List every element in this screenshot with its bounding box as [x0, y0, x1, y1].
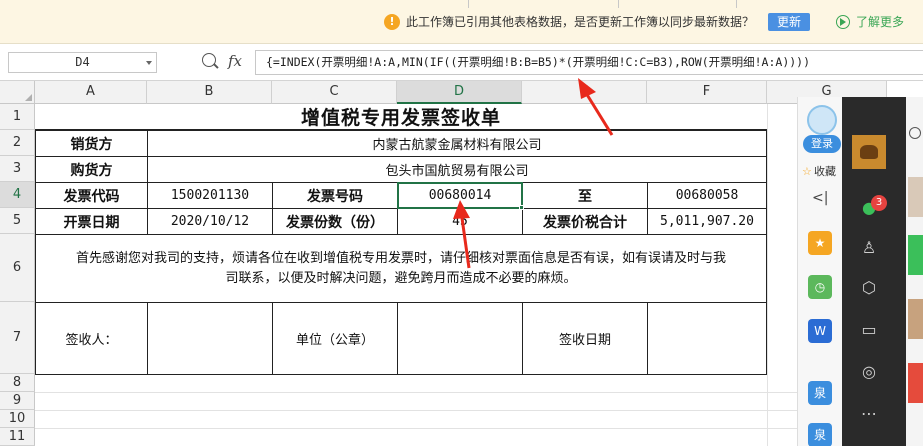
- top-divider: [736, 0, 737, 8]
- clock-tool-icon[interactable]: ◷: [808, 275, 832, 299]
- to-label[interactable]: 至: [522, 182, 648, 209]
- chat-thumbnail[interactable]: [908, 235, 923, 275]
- row-header-7[interactable]: 7: [0, 302, 35, 374]
- invoice-count-value[interactable]: 45: [397, 208, 523, 235]
- star-tool-icon[interactable]: ★: [808, 231, 832, 255]
- issue-date-value[interactable]: 2020/10/12: [147, 208, 273, 235]
- signer-label[interactable]: 签收人：: [35, 302, 148, 375]
- function-icon[interactable]: fx: [228, 52, 242, 70]
- gridline: [35, 410, 923, 411]
- favorites-label[interactable]: 收藏: [814, 163, 836, 179]
- total-amount-label[interactable]: 发票价税合计: [522, 208, 648, 235]
- star-icon: ☆: [802, 165, 812, 178]
- gridline: [767, 104, 768, 446]
- select-all-corner[interactable]: [0, 81, 35, 104]
- invoice-number-to-cell[interactable]: 00680058: [647, 182, 767, 209]
- folder-icon[interactable]: ▭: [858, 319, 880, 341]
- avatar-placeholder-icon[interactable]: [807, 105, 837, 135]
- invoice-number-label[interactable]: 发票号码: [272, 182, 398, 209]
- row-header-9[interactable]: 9: [0, 392, 35, 410]
- invoice-code-label[interactable]: 发票代码: [35, 182, 148, 209]
- more-icon[interactable]: ⋯: [858, 403, 880, 425]
- worksheet-grid[interactable]: A B C D E F G 1 2 3 4 5 6 7 8 9 10 11 增值…: [0, 81, 923, 446]
- name-box-value: D4: [75, 55, 90, 69]
- spring-tool-icon-2[interactable]: 泉: [808, 423, 832, 446]
- profile-avatar[interactable]: [852, 135, 886, 169]
- spreadsheet-window: ! 此工作簿已引用其他表格数据，是否更新工作簿以同步最新数据？ 更新 了解更多 …: [0, 0, 923, 446]
- unit-seal-label[interactable]: 单位（公章）: [272, 302, 398, 375]
- buyer-label[interactable]: 购货方: [35, 156, 148, 183]
- sign-date-value[interactable]: [647, 302, 767, 375]
- formula-input[interactable]: {=INDEX(开票明细!A:A,MIN(IF((开票明细!B:B=B5)*(开…: [255, 50, 923, 75]
- info-icon: !: [384, 14, 400, 30]
- notice-message: 此工作簿已引用其他表格数据，是否更新工作簿以同步最新数据？: [406, 15, 755, 29]
- row-header-1[interactable]: 1: [0, 104, 35, 130]
- signer-value[interactable]: [147, 302, 273, 375]
- column-header-e[interactable]: E: [522, 81, 647, 104]
- notice-paragraph[interactable]: 首先感谢您对我司的支持，烦请各位在收到增值税专用发票时，请仔细核对票面信息是否有…: [35, 234, 767, 303]
- invoice-number-from-cell[interactable]: 00680014: [397, 182, 523, 209]
- chat-list-strip: [906, 97, 923, 446]
- top-divider: [618, 0, 619, 8]
- column-header-d[interactable]: D: [397, 81, 522, 104]
- issue-date-label[interactable]: 开票日期: [35, 208, 148, 235]
- word-tool-icon[interactable]: W: [808, 319, 832, 343]
- formula-bar: D4 fx {=INDEX(开票明细!A:A,MIN(IF((开票明细!B:B=…: [0, 44, 923, 81]
- invoice-count-label[interactable]: 发票份数（份）: [272, 208, 398, 235]
- zoom-icon[interactable]: [202, 53, 216, 67]
- invoice-code-value[interactable]: 1500201130: [147, 182, 273, 209]
- collapse-icon[interactable]: <|: [812, 190, 828, 206]
- search-icon[interactable]: [909, 127, 921, 139]
- spring-tool-icon[interactable]: 泉: [808, 381, 832, 405]
- chat-thumbnail[interactable]: [908, 363, 923, 403]
- chat-dock-panel: ● 3 ♙ ⬡ ▭ ◎ ⋯: [842, 97, 923, 446]
- chat-thumbnail[interactable]: [908, 177, 923, 217]
- seller-label[interactable]: 销货方: [35, 130, 148, 157]
- column-header-b[interactable]: B: [147, 81, 272, 104]
- row-header-10[interactable]: 10: [0, 410, 35, 428]
- name-box[interactable]: D4: [8, 52, 157, 73]
- sign-date-label[interactable]: 签收日期: [522, 302, 648, 375]
- chat-thumbnail[interactable]: [908, 299, 923, 339]
- row-header-2[interactable]: 2: [0, 130, 35, 156]
- row-header-11[interactable]: 11: [0, 428, 35, 446]
- fill-handle[interactable]: [519, 205, 524, 210]
- external-link-notice-bar: ! 此工作簿已引用其他表格数据，是否更新工作簿以同步最新数据？ 更新 了解更多: [0, 0, 923, 44]
- gridline: [35, 392, 923, 393]
- top-divider: [468, 0, 469, 8]
- column-header-c[interactable]: C: [272, 81, 397, 104]
- update-button[interactable]: 更新: [768, 13, 810, 31]
- row-header-3[interactable]: 3: [0, 156, 35, 182]
- contacts-icon[interactable]: ♙: [858, 237, 880, 259]
- row-header-8[interactable]: 8: [0, 374, 35, 392]
- gridline: [35, 428, 923, 429]
- column-header-a[interactable]: A: [35, 81, 147, 104]
- unit-seal-value[interactable]: [397, 302, 523, 375]
- aperture-icon[interactable]: ◎: [858, 361, 880, 383]
- seller-value[interactable]: 内蒙古航蒙金属材料有限公司: [147, 130, 767, 157]
- side-tool-panel: 登录 ☆ 收藏 <| ★ ◷ W 泉 泉: [797, 97, 847, 446]
- row-header-6[interactable]: 6: [0, 234, 35, 302]
- login-button[interactable]: 登录: [803, 135, 841, 153]
- box-icon[interactable]: ⬡: [858, 277, 880, 299]
- chevron-down-icon[interactable]: [146, 61, 152, 65]
- play-circle-icon[interactable]: [836, 15, 850, 29]
- total-amount-value[interactable]: 5,011,907.20: [647, 208, 767, 235]
- row-header-4[interactable]: 4: [0, 182, 35, 208]
- row-header-5[interactable]: 5: [0, 208, 35, 234]
- buyer-value[interactable]: 包头市国航贸易有限公司: [147, 156, 767, 183]
- form-title[interactable]: 增值税专用发票签收单: [35, 104, 767, 130]
- learn-more-link[interactable]: 了解更多: [856, 13, 904, 30]
- column-header-f[interactable]: F: [647, 81, 767, 104]
- chat-unread-badge: 3: [871, 195, 887, 211]
